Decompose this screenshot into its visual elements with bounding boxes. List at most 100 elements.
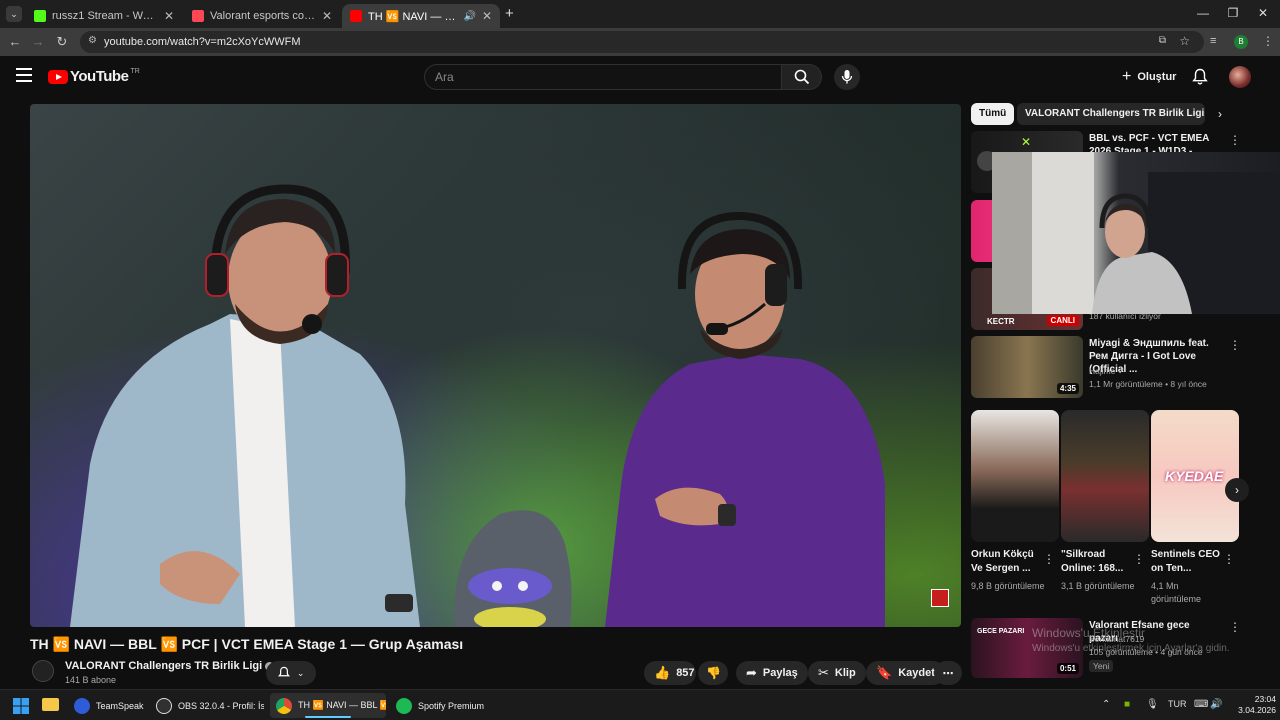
new-tab-icon[interactable]: + — [505, 5, 514, 22]
minimize-icon[interactable]: — — [1188, 6, 1218, 20]
address-bar[interactable]: ⚙ youtube.com/watch?v=m2cXoYcWWFM ⧉ ☆ — [80, 31, 1204, 53]
taskbar-app-spotify[interactable]: Spotify Premium — [390, 693, 486, 718]
chrome-menu-icon[interactable]: ⋮ — [1262, 34, 1274, 48]
search-button[interactable] — [782, 64, 822, 90]
filter-chip-all[interactable]: Tümü — [971, 103, 1015, 125]
profile-avatar[interactable]: B — [1234, 35, 1248, 49]
browser-tab-strip: ⌄ russz1 Stream - Watch Live on K ✕ Valo… — [0, 0, 1280, 28]
hamburger-menu-icon[interactable] — [16, 68, 32, 82]
windows-start-icon[interactable] — [13, 698, 29, 714]
channel-watermark-logo — [931, 589, 949, 607]
taskbar-app-teamspeak[interactable]: TeamSpeak 3 — [68, 693, 144, 718]
youtube-favicon-icon — [350, 10, 362, 22]
country-code: TR — [130, 68, 140, 75]
taskbar-app-label: TeamSpeak 3 — [96, 700, 144, 711]
volume-icon[interactable]: 🔊 — [1210, 699, 1222, 710]
teamspeak-icon — [74, 697, 90, 714]
share-label: Paylaş — [762, 667, 798, 679]
more-actions-button[interactable]: ⋯ — [934, 661, 962, 685]
clip-button[interactable]: ✂ Klip — [808, 661, 866, 685]
short-thumbnail[interactable] — [1061, 410, 1149, 542]
dislike-button[interactable]: 👎 — [698, 661, 728, 685]
kick-favicon-icon — [34, 10, 46, 22]
short-thumbnail[interactable]: KYEDAE — [1151, 410, 1239, 542]
shorts-next-button[interactable]: › — [1225, 478, 1249, 502]
site-info-icon[interactable]: ⚙ — [88, 35, 97, 46]
more-vertical-icon[interactable]: ⋮ — [1133, 552, 1145, 566]
spotify-icon — [396, 697, 412, 714]
share-button[interactable]: ➦ Paylaş — [736, 661, 808, 685]
video-player[interactable] — [30, 104, 961, 627]
browser-tab-kick[interactable]: russz1 Stream - Watch Live on K ✕ — [26, 4, 182, 28]
subscription-notification-button[interactable]: ⌄ — [266, 661, 316, 685]
thumbs-up-icon: 👍 — [654, 665, 671, 680]
more-vertical-icon[interactable]: ⋮ — [1229, 133, 1241, 147]
verified-check-icon: ✓ — [1117, 366, 1125, 376]
taskbar-app-obs[interactable]: OBS 32.0.4 - Profil: İsimsi — [150, 693, 264, 718]
tab-search-button[interactable]: ⌄ — [6, 6, 22, 22]
bookmark-icon: 🔖 — [876, 665, 893, 680]
like-button[interactable]: 👍 857 — [644, 661, 696, 685]
show-hidden-icons[interactable]: ⌃ — [1102, 699, 1110, 710]
live-badge: CANLI — [1046, 315, 1079, 326]
youtube-logo[interactable]: YouTube TR — [48, 68, 140, 85]
chrome-icon — [276, 697, 292, 714]
more-vertical-icon[interactable]: ⋮ — [1223, 552, 1235, 566]
browser-tab-youtube[interactable]: TH 🆚 NAVI — BBL 🆚 PCF 🔊 ✕ — [342, 4, 500, 28]
close-tab-icon[interactable]: ✕ — [482, 9, 492, 23]
bell-icon — [277, 666, 290, 677]
taskbar-app-chrome[interactable]: TH 🆚 NAVI — BBL 🆚 P — [270, 693, 386, 718]
forward-icon[interactable]: → — [29, 34, 47, 49]
tab-title: Valorant esports coverage | VLR — [210, 10, 316, 22]
system-clock[interactable]: 23:04 3.04.2026 — [1226, 694, 1276, 716]
back-icon[interactable]: ← — [6, 34, 24, 49]
more-vertical-icon[interactable]: ⋮ — [1043, 552, 1055, 566]
create-button[interactable]: + Oluştur — [1112, 64, 1189, 90]
video-title: TH 🆚 NAVI — BBL 🆚 PCF | VCT EMEA Stage 1… — [30, 636, 464, 652]
filter-chip-channel[interactable]: VALORANT Challengers TR Birlik Ligi adlı… — [1017, 103, 1205, 125]
reload-icon[interactable]: ↻ — [53, 34, 71, 50]
short-views: 3,1 B görüntüleme — [1061, 581, 1135, 591]
channel-name-row[interactable]: VALORANT Challengers TR Birlik Ligi✓ — [65, 660, 275, 672]
obs-icon — [156, 697, 172, 714]
search-icon — [794, 69, 810, 85]
short-title: "Silkroad Online: 168... — [1061, 549, 1124, 574]
network-icon[interactable]: ⌨ — [1194, 699, 1208, 710]
close-tab-icon[interactable]: ✕ — [322, 9, 332, 23]
youtube-play-logo-icon — [48, 69, 68, 84]
duration-badge: 4:35 — [1056, 383, 1079, 394]
install-app-icon[interactable]: ⧉ — [1159, 35, 1166, 46]
share-arrow-icon: ➦ — [746, 665, 757, 680]
browser-tab-vlr[interactable]: Valorant esports coverage | VLR ✕ — [184, 4, 340, 28]
short-thumbnail[interactable] — [971, 410, 1059, 542]
chevron-right-icon[interactable]: › — [1218, 107, 1222, 121]
audio-playing-icon[interactable]: 🔊 — [463, 11, 475, 22]
reading-list-icon[interactable]: ≡ — [1210, 35, 1216, 47]
more-vertical-icon[interactable]: ⋮ — [1229, 338, 1241, 352]
bookmark-star-icon[interactable]: ☆ — [1179, 34, 1190, 48]
more-vertical-icon[interactable]: ⋮ — [1229, 620, 1241, 634]
duration-badge: 0:51 — [1056, 663, 1079, 674]
recommendation-item[interactable]: 4:35 Miyagi & Эндшпиль feat. Рем Дигга -… — [971, 336, 1251, 400]
file-explorer-icon[interactable] — [42, 698, 59, 711]
close-window-icon[interactable]: ✕ — [1248, 6, 1278, 20]
more-horizontal-icon: ⋯ — [942, 667, 954, 680]
microphone-icon — [841, 70, 853, 84]
language-indicator[interactable]: TUR — [1168, 699, 1187, 709]
recommendation-channel: Hajime ✓ — [1089, 366, 1125, 376]
search-input[interactable]: Ara — [424, 64, 782, 90]
maximize-icon[interactable]: ❐ — [1218, 6, 1248, 20]
webcam-person-image — [992, 152, 1280, 314]
nvidia-tray-icon[interactable]: ■ — [1124, 699, 1130, 710]
like-count: 857 — [676, 667, 695, 679]
close-tab-icon[interactable]: ✕ — [164, 9, 174, 23]
account-avatar[interactable] — [1229, 66, 1251, 88]
versus-icon: ✕ — [1021, 135, 1032, 149]
short-title: Sentinels CEO on Ten... — [1151, 549, 1220, 574]
voice-search-button[interactable] — [834, 64, 860, 90]
taskbar-app-label: Spotify Premium — [418, 700, 485, 711]
notifications-bell-icon[interactable] — [1192, 68, 1208, 86]
channel-avatar[interactable] — [32, 660, 54, 682]
new-badge: Yeni — [1089, 660, 1114, 672]
microphone-tray-icon[interactable]: 🎙 — [1146, 699, 1159, 710]
